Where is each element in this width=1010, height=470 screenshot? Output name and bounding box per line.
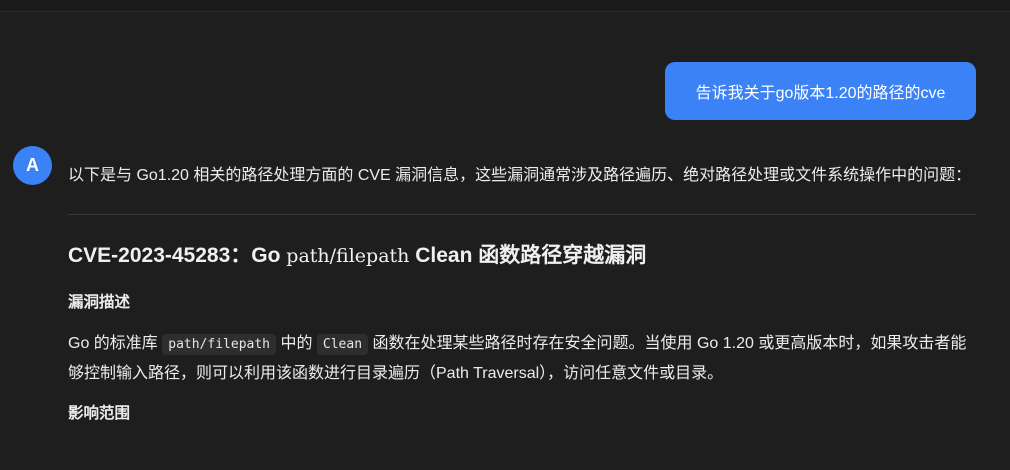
- cve-heading-suffix: Clean 函数路径穿越漏洞: [409, 244, 647, 267]
- user-message-bubble: 告诉我关于go版本1.20的路径的cve: [665, 62, 976, 120]
- cve-heading: CVE-2023-45283：Go path/filepath Clean 函数…: [68, 241, 976, 271]
- divider: [68, 214, 976, 215]
- inline-code-clean: Clean: [316, 334, 369, 355]
- assistant-intro: 以下是与 Go1.20 相关的路径处理方面的 CVE 漏洞信息，这些漏洞通常涉及…: [68, 167, 972, 184]
- user-message-text: 告诉我关于go版本1.20的路径的cve: [695, 85, 946, 102]
- cve-heading-prefix: CVE-2023-45283：Go: [68, 244, 287, 267]
- assistant-avatar: A: [13, 146, 52, 185]
- description-text-2: 中的: [276, 335, 317, 352]
- cve-heading-code: path/filepath: [286, 245, 410, 267]
- impact-title: 影响范围: [68, 405, 131, 422]
- avatar-letter: A: [26, 155, 39, 175]
- inline-code-filepath: path/filepath: [162, 334, 276, 355]
- description-text-1: Go 的标准库: [68, 335, 163, 352]
- assistant-message: 以下是与 Go1.20 相关的路径处理方面的 CVE 漏洞信息，这些漏洞通常涉及…: [68, 160, 976, 426]
- top-bar: [0, 0, 1010, 12]
- description-paragraph: Go 的标准库 path/filepath 中的 Clean 函数在处理某些路径…: [68, 329, 976, 388]
- description-title: 漏洞描述: [68, 294, 131, 311]
